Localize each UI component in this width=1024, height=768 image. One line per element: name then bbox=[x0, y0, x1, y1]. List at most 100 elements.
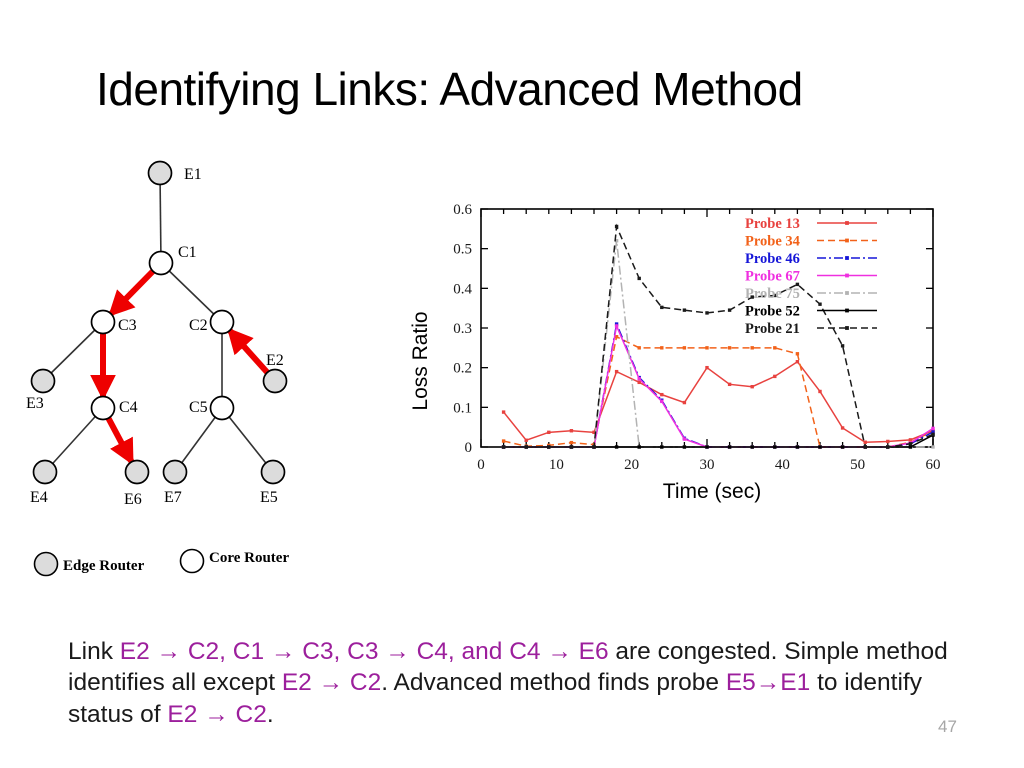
router-legend: Edge Router Core Router bbox=[33, 548, 289, 577]
chart-legend-label-probe-13: Probe 13 bbox=[745, 216, 800, 232]
topology-node-c2[interactable] bbox=[209, 309, 235, 335]
network-topology-diagram: E1 C1 C3 C2 E3 E2 C4 C5 E4 E6 E7 E5 Edge Router Cor… bbox=[0, 140, 400, 600]
chart-x-tick-label: 60 bbox=[926, 457, 941, 473]
topology-link-congested-c4-e6 bbox=[105, 416, 135, 466]
chart-point-marker bbox=[524, 445, 528, 449]
chart-point-marker bbox=[727, 445, 732, 449]
chart-line-probe-46 bbox=[503, 321, 934, 448]
chart-legend-marker bbox=[845, 221, 849, 225]
chart-point-marker bbox=[908, 442, 913, 446]
chart-point-marker bbox=[863, 445, 867, 449]
chart-legend-marker bbox=[845, 291, 849, 295]
chart-legend-marker bbox=[845, 273, 849, 278]
topology-node-label-e1: E1 bbox=[184, 166, 202, 183]
chart-legend-marker bbox=[845, 326, 849, 330]
topology-nodes-layer bbox=[30, 160, 288, 485]
chart-point-marker bbox=[727, 308, 732, 312]
chart-y-tick-label: 0.6 bbox=[453, 202, 472, 218]
caption-link-name: E2 → C2 bbox=[281, 669, 382, 697]
chart-point-marker bbox=[908, 445, 913, 449]
chart-y-tick-label: 0.4 bbox=[453, 281, 472, 297]
topology-link-congested-e2-c2 bbox=[226, 327, 270, 375]
chart-point-marker bbox=[750, 346, 754, 350]
topology-svg: E1 C1 C3 C2 E3 E2 C4 C5 E4 E6 E7 E5 Edge Router Cor… bbox=[26, 160, 289, 577]
chart-point-marker bbox=[501, 445, 506, 449]
chart-line-probe-52 bbox=[503, 434, 934, 448]
chart-line-probe-13 bbox=[503, 360, 934, 443]
chart-point-marker bbox=[682, 400, 687, 405]
topology-node-label-e2: E2 bbox=[266, 352, 284, 369]
topology-node-e4[interactable] bbox=[32, 459, 58, 485]
chart-point-marker bbox=[569, 445, 574, 449]
chart-y-tick-label: 0.1 bbox=[453, 400, 472, 416]
chart-point-marker bbox=[931, 426, 935, 431]
chart-x-axis-title: Time (sec) bbox=[663, 480, 761, 503]
chart-point-marker bbox=[840, 426, 845, 430]
chart-y-tick-label: 0.2 bbox=[453, 361, 472, 377]
topology-node-label-e5: E5 bbox=[260, 489, 278, 506]
chart-legend-label-probe-21: Probe 21 bbox=[745, 321, 800, 337]
chart-point-marker bbox=[524, 438, 528, 442]
topology-node-e5[interactable] bbox=[260, 459, 286, 485]
topology-node-label-e4: E4 bbox=[30, 489, 48, 506]
chart-point-marker bbox=[727, 346, 732, 350]
topology-node-label-c2: C2 bbox=[189, 317, 208, 334]
topology-node-c1[interactable] bbox=[148, 250, 174, 276]
chart-point-marker bbox=[660, 399, 664, 404]
topology-link-c3-e3 bbox=[42, 321, 104, 382]
chart-point-marker bbox=[863, 440, 867, 444]
chart-point-marker bbox=[592, 445, 596, 449]
chart-point-marker bbox=[614, 224, 619, 229]
chart-point-marker bbox=[637, 445, 641, 449]
chart-y-tick-label: 0.3 bbox=[453, 321, 472, 337]
topology-link-c1-c2 bbox=[160, 262, 223, 323]
chart-point-marker bbox=[818, 302, 822, 306]
chart-point-marker bbox=[547, 430, 551, 435]
topology-node-label-c1: C1 bbox=[178, 244, 197, 261]
topology-node-e6[interactable] bbox=[124, 459, 150, 485]
chart-point-marker bbox=[705, 311, 709, 315]
chart-point-marker bbox=[795, 352, 800, 356]
chart-legend-label-probe-34: Probe 34 bbox=[745, 234, 800, 250]
chart-x-tick-label: 40 bbox=[775, 457, 790, 473]
topology-node-c4[interactable] bbox=[90, 395, 116, 421]
chart-y-tick-label: 0.5 bbox=[453, 242, 472, 258]
page-number: 47 bbox=[938, 717, 957, 736]
chart-legend-marker bbox=[845, 308, 849, 313]
chart-tick-labels: 0 0.1 0.2 0.3 0.4 0.5 0.6 0 10 20 30 40 50 60 bbox=[453, 202, 940, 473]
edge-router-legend-label: Edge Router bbox=[63, 558, 145, 574]
chart-point-marker bbox=[931, 445, 935, 449]
topology-node-e3[interactable] bbox=[30, 368, 56, 394]
topology-node-e7[interactable] bbox=[162, 459, 188, 485]
topology-link-e1-c1 bbox=[159, 172, 162, 264]
topology-node-e1[interactable] bbox=[147, 160, 173, 186]
topology-node-c3[interactable] bbox=[90, 309, 116, 335]
chart-point-marker bbox=[773, 374, 777, 379]
chart-point-marker bbox=[614, 445, 619, 449]
caption-link-name: E5→E1 bbox=[725, 669, 811, 697]
caption-text-segment: . Advanced method finds probe bbox=[381, 669, 726, 697]
chart-point-marker bbox=[705, 365, 709, 370]
topology-node-e2[interactable] bbox=[262, 368, 288, 394]
caption-text-segment: Link bbox=[68, 638, 120, 665]
chart-point-marker bbox=[931, 432, 935, 437]
chart-legend-marker bbox=[845, 256, 849, 260]
chart-point-marker bbox=[682, 445, 687, 449]
topology-node-label-e3: E3 bbox=[26, 395, 44, 412]
chart-point-marker bbox=[637, 380, 641, 385]
core-router-legend-swatch bbox=[179, 548, 205, 574]
chart-point-marker bbox=[569, 429, 574, 433]
topology-node-label-c4: C4 bbox=[119, 399, 138, 416]
chart-legend-marker bbox=[845, 238, 849, 243]
chart-point-marker bbox=[705, 346, 709, 350]
chart-point-marker bbox=[614, 324, 619, 328]
caption-link-name: E2 → C2 bbox=[167, 700, 267, 728]
chart-point-marker bbox=[660, 445, 664, 449]
chart-point-marker bbox=[501, 439, 506, 443]
core-router-legend-label: Core Router bbox=[209, 550, 289, 566]
topology-node-c5[interactable] bbox=[209, 395, 235, 421]
chart-point-marker bbox=[795, 445, 800, 449]
loss-ratio-chart: 0 0.1 0.2 0.3 0.4 0.5 0.6 0 10 20 30 40 50 60 Probe 1… bbox=[405, 185, 1005, 515]
topology-link-congested-c1-c3 bbox=[108, 269, 156, 317]
chart-line-probe-75 bbox=[503, 240, 933, 448]
